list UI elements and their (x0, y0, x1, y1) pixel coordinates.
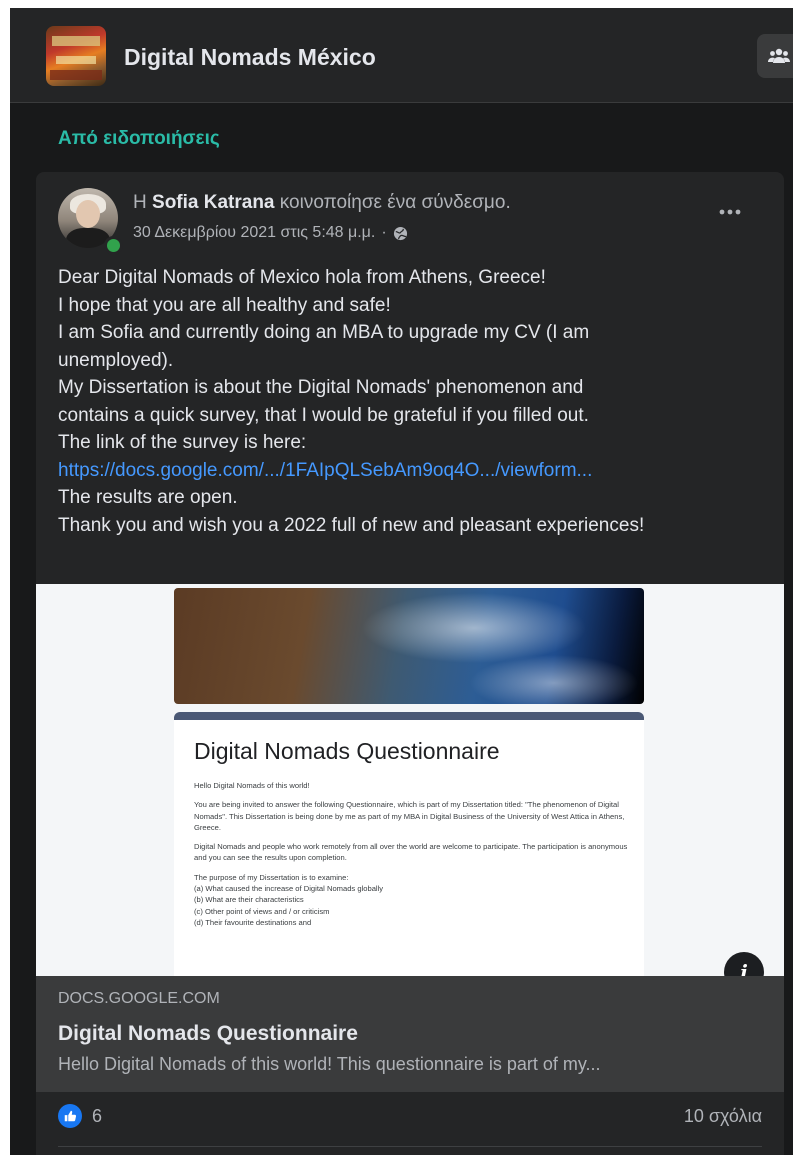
group-header: Digital Nomads México (10, 8, 793, 103)
like-icon (58, 1104, 82, 1128)
post-text-line: Dear Digital Nomads of Mexico hola from … (58, 267, 546, 288)
form-paragraph: Digital Nomads and people who work remot… (194, 842, 628, 863)
post-text-line: The results are open. (58, 487, 238, 508)
members-button[interactable] (757, 34, 793, 78)
members-icon (768, 48, 790, 63)
author-prefix: Η (133, 192, 147, 213)
earth-banner-image (174, 588, 644, 704)
survey-link[interactable]: https://docs.google.com/.../1FAIpQLSebAm… (58, 457, 778, 485)
logo-stripe (50, 70, 102, 80)
link-description: Hello Digital Nomads of this world! This… (58, 1054, 601, 1074)
avatar-face (76, 200, 100, 228)
author-name[interactable]: Sofia Katrana (152, 192, 274, 213)
info-icon: i (740, 960, 748, 976)
like-count: 6 (92, 1105, 103, 1126)
logo-stripe (52, 36, 100, 46)
group-name[interactable]: Digital Nomads México (124, 44, 376, 71)
post-text-line: Thank you and wish you a 2022 full of ne… (58, 514, 645, 536)
link-info-panel[interactable]: DOCS.GOOGLE.COM Digital Nomads Questionn… (36, 976, 784, 1092)
divider (58, 1146, 762, 1147)
link-domain: DOCS.GOOGLE.COM (58, 990, 220, 1007)
form-paragraph: The purpose of my Dissertation is to exa… (194, 872, 384, 927)
comments-count[interactable]: 10 σχόλια (684, 1106, 762, 1127)
link-title: Digital Nomads Questionnaire (58, 1022, 358, 1045)
more-options-icon (719, 209, 741, 215)
post-text-line: contains a quick survey, that I would be… (58, 404, 589, 426)
post-timestamp[interactable]: 30 Δεκεμβρίου 2021 στις 5:48 μ.μ. (133, 224, 375, 242)
section-label: Από ειδοποιήσεις (58, 128, 220, 149)
post-text-line: I am Sofia and currently doing an MBA to… (58, 322, 590, 343)
author-action: κοινοποίησε ένα σύνδεσμο. (279, 192, 511, 213)
form-card: Digital Nomads Questionnaire Hello Digit… (174, 712, 644, 976)
post-text-line: The link of the survey is here: (58, 432, 307, 453)
post-meta: 30 Δεκεμβρίου 2021 στις 5:48 μ.μ. · (133, 224, 408, 242)
form-title: Digital Nomads Questionnaire (194, 738, 500, 764)
meta-separator: · (381, 224, 387, 241)
post-card: Η Sofia Katrana κοινοποίησε ένα σύνδεσμο… (36, 172, 784, 1155)
form-body: Hello Digital Nomads of this world! You … (194, 780, 634, 936)
more-options-button[interactable] (712, 198, 748, 226)
link-preview-image[interactable]: Digital Nomads Questionnaire Hello Digit… (36, 584, 784, 976)
group-logo[interactable] (46, 26, 106, 86)
info-button[interactable]: i (724, 952, 764, 976)
post-text-line: I hope that you are all healthy and safe… (58, 294, 391, 316)
reactions-summary[interactable]: 6 (58, 1104, 102, 1128)
globe-icon (393, 226, 407, 240)
author-line: Η Sofia Katrana κοινοποίησε ένα σύνδεσμο… (133, 192, 511, 214)
form-paragraph: You are being invited to answer the foll… (194, 800, 625, 832)
online-status-dot (104, 236, 123, 255)
post-text-line: My Dissertation is about the Digital Nom… (58, 377, 584, 398)
app-frame: Digital Nomads México Από ειδοποιήσεις Η… (10, 8, 793, 1155)
form-paragraph: Hello Digital Nomads of this world! (194, 781, 310, 790)
post-text: Dear Digital Nomads of Mexico hola from … (58, 264, 778, 539)
post-text-line: unemployed). (58, 349, 174, 371)
logo-stripe (56, 56, 96, 64)
